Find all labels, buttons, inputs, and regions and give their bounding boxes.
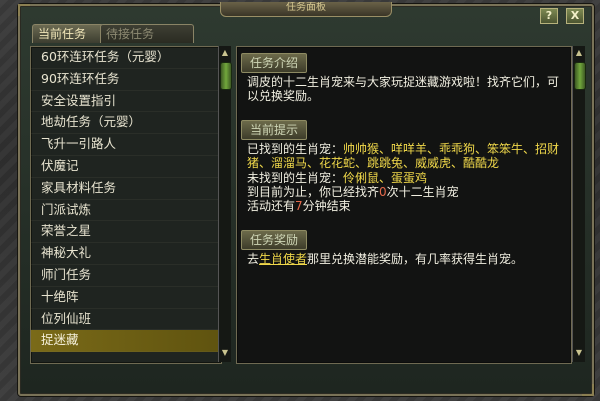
frame-corner	[582, 384, 594, 396]
reward-section-title: 任务奖励	[241, 229, 308, 250]
task-list-item[interactable]: 飞升一引路人	[31, 134, 221, 156]
task-detail-panel: 任务介绍 调皮的十二生肖宠来与大家玩捉迷藏游戏啦！找齐它们，可以兑换奖励。 当前…	[236, 46, 572, 364]
task-list-item[interactable]: 伏魔记	[31, 156, 221, 178]
task-list-item[interactable]: 十绝阵	[31, 287, 221, 309]
found-label: 已找到的生肖宠：	[247, 141, 344, 156]
notfound-label: 未找到的生肖宠：	[247, 170, 344, 185]
tab-available-tasks[interactable]: 待接任务	[100, 24, 194, 43]
task-list-item[interactable]: 90环连环任务	[31, 69, 221, 91]
task-list-item[interactable]: 位列仙班	[31, 309, 221, 331]
time-prefix: 活动还有	[247, 199, 296, 214]
close-button[interactable]: X	[566, 8, 584, 24]
scroll-down-icon[interactable]: ▼	[220, 348, 230, 358]
task-list-item[interactable]: 地劫任务（元婴）	[31, 112, 221, 135]
scroll-thumb[interactable]	[574, 62, 586, 90]
task-list-item[interactable]: 家具材料任务	[31, 178, 221, 200]
task-list-scrollbar[interactable]: ▲ ▼	[218, 46, 232, 362]
frame-corner	[18, 4, 30, 16]
tip-text: 已找到的生肖宠：帅帅猴、咩咩羊、乖乖狗、笨笨牛、招财猪、溜溜马、花花蛇、跳跳兔、…	[247, 142, 563, 214]
task-list-item-selected[interactable]: 捉迷藏	[31, 330, 221, 353]
tab-current-tasks[interactable]: 当前任务	[32, 24, 104, 43]
time-remaining: 7	[295, 199, 303, 214]
scroll-up-icon[interactable]: ▲	[220, 48, 230, 58]
reward-suffix: 那里兑换潜能奖励，有几率获得生肖宠。	[307, 251, 524, 266]
progress-count: 0	[379, 185, 387, 200]
tip-section-title: 当前提示	[241, 119, 308, 140]
help-button[interactable]: ?	[540, 8, 558, 24]
close-icon: X	[570, 9, 580, 22]
reward-text: 去生肖使者那里兑换潜能奖励，有几率获得生肖宠。	[247, 252, 563, 266]
window-title: 任务面板	[220, 2, 392, 17]
task-list: 60环连环任务（元婴） 90环连环任务 安全设置指引 地劫任务（元婴） 飞升一引…	[30, 46, 222, 364]
reward-prefix: 去	[247, 251, 260, 266]
progress-prefix: 到目前为止，你已经找齐	[247, 185, 380, 200]
task-list-item[interactable]: 门派试炼	[31, 200, 221, 222]
intro-text: 调皮的十二生肖宠来与大家玩捉迷藏游戏啦！找齐它们，可以兑换奖励。	[247, 75, 560, 104]
help-icon: ?	[545, 9, 553, 22]
task-list-item[interactable]: 神秘大礼	[31, 243, 221, 265]
notfound-pets: 伶俐鼠、蛋蛋鸡	[343, 170, 428, 185]
detail-scrollbar[interactable]: ▲ ▼	[572, 46, 586, 362]
task-list-item[interactable]: 60环连环任务（元婴）	[31, 47, 221, 69]
progress-suffix: 次十二生肖宠	[386, 185, 459, 200]
intro-section-title: 任务介绍	[241, 53, 308, 73]
zodiac-envoy-link[interactable]: 生肖使者	[259, 252, 307, 266]
scroll-thumb[interactable]	[220, 62, 232, 90]
task-window: 任务面板 ? X 当前任务 待接任务 60环连环任务（元婴） 90环连环任务 安…	[18, 2, 594, 396]
task-list-item[interactable]: 师门任务	[31, 265, 221, 287]
scroll-up-icon[interactable]: ▲	[574, 48, 584, 58]
task-list-item[interactable]: 荣誉之星	[31, 221, 221, 244]
scroll-down-icon[interactable]: ▼	[574, 348, 584, 358]
time-suffix: 分钟结束	[302, 199, 351, 214]
task-list-item[interactable]: 安全设置指引	[31, 91, 221, 113]
